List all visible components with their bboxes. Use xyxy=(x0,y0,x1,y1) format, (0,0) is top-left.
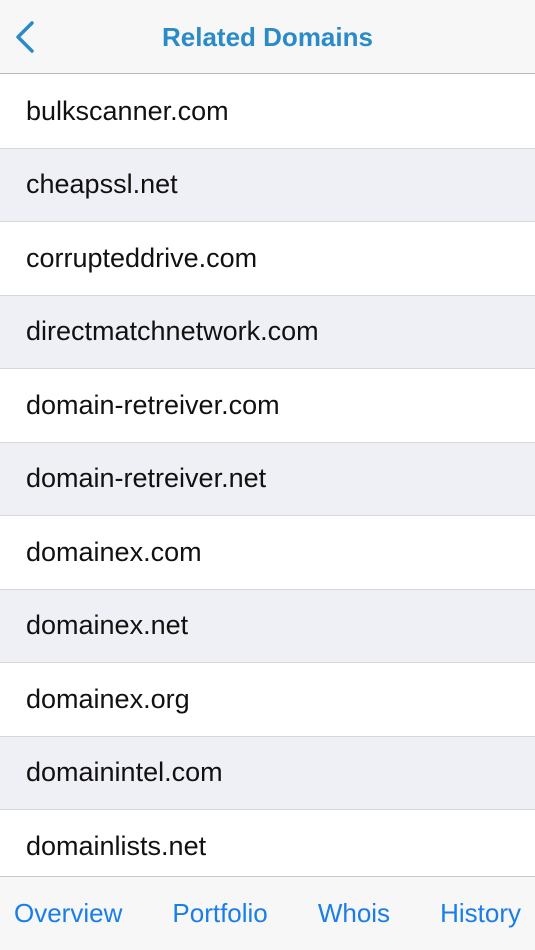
domain-row[interactable]: domain-retreiver.net xyxy=(0,442,535,516)
domain-row[interactable]: domainex.net xyxy=(0,589,535,663)
related-domains-screen: Related Domains bulkscanner.com cheapssl… xyxy=(0,0,535,950)
domain-row[interactable]: domainlists.net xyxy=(0,810,535,876)
domain-list: bulkscanner.com cheapssl.net corrupteddr… xyxy=(0,75,535,876)
page-title: Related Domains xyxy=(162,22,373,52)
domain-row[interactable]: domainintel.com xyxy=(0,736,535,810)
domain-row[interactable]: bulkscanner.com xyxy=(0,75,535,149)
domain-row[interactable]: domain-retreiver.com xyxy=(0,369,535,443)
domain-row[interactable]: cheapssl.net xyxy=(0,148,535,222)
domain-row[interactable]: domainex.org xyxy=(0,663,535,737)
navigation-bar: Related Domains xyxy=(0,0,535,74)
tab-history[interactable]: History xyxy=(440,898,521,929)
domain-row[interactable]: domainex.com xyxy=(0,516,535,590)
back-button[interactable] xyxy=(14,14,64,60)
tab-overview[interactable]: Overview xyxy=(14,898,122,929)
tab-whois[interactable]: Whois xyxy=(318,898,390,929)
domain-row[interactable]: corrupteddrive.com xyxy=(0,222,535,296)
chevron-left-icon xyxy=(14,20,36,54)
domain-row[interactable]: directmatchnetwork.com xyxy=(0,295,535,369)
tab-bar: Overview Portfolio Whois History xyxy=(0,876,535,950)
tab-portfolio[interactable]: Portfolio xyxy=(172,898,267,929)
